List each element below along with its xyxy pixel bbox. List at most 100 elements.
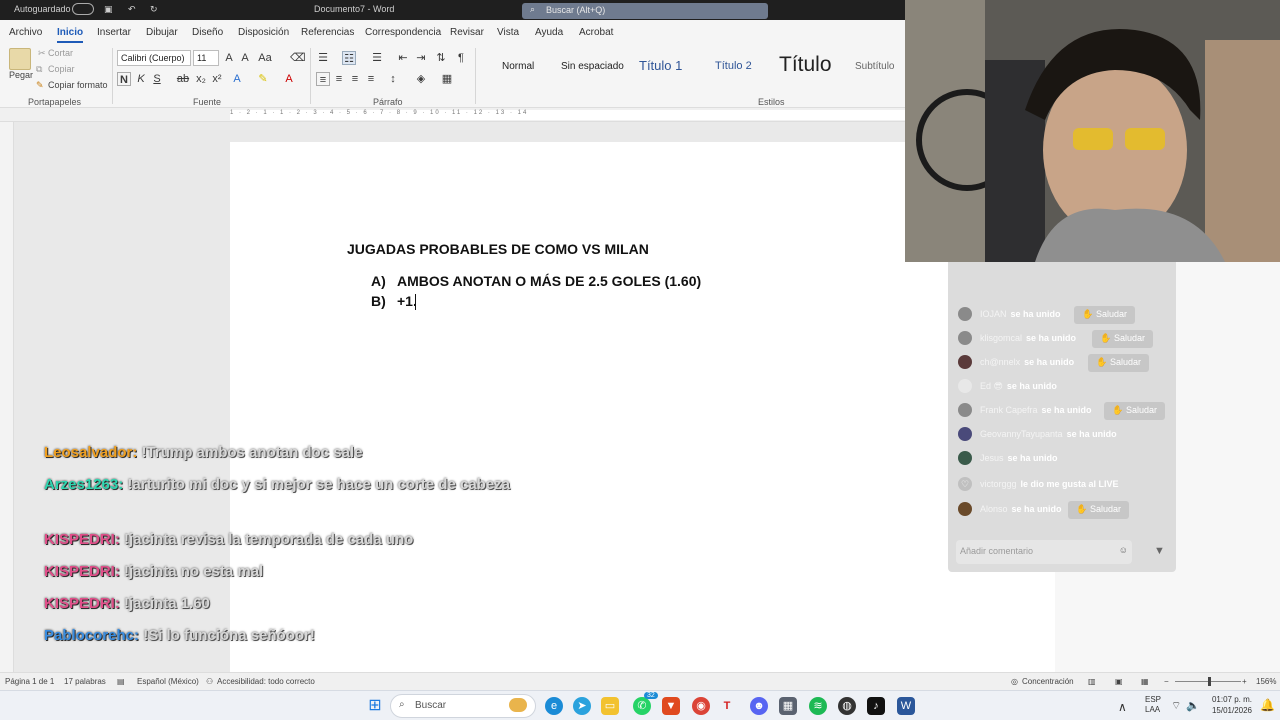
greet-button[interactable]: ✋ Saludar	[1092, 330, 1154, 348]
zoom-out-icon[interactable]: −	[1164, 677, 1169, 686]
focus-icon[interactable]: ◎	[1011, 677, 1018, 686]
brave-icon[interactable]: ▼	[662, 697, 680, 715]
print-layout-icon[interactable]: ▣	[1115, 677, 1123, 686]
greet-button[interactable]: ✋ Saludar	[1074, 306, 1136, 324]
align-center-icon[interactable]: ≡	[332, 72, 346, 86]
style-titulo-2[interactable]: Título 2	[715, 60, 752, 88]
increase-indent-icon[interactable]: ⇥	[414, 51, 428, 65]
bold-icon[interactable]: N	[117, 72, 131, 86]
strikethrough-icon[interactable]: ab	[176, 72, 190, 86]
tab-insertar[interactable]: Insertar	[97, 27, 131, 38]
line-spacing-icon[interactable]: ↕	[386, 72, 400, 86]
telegram-icon[interactable]: ➤	[573, 697, 591, 715]
tab-diseno[interactable]: Diseño	[192, 27, 223, 38]
clock[interactable]: 01:07 p. m. 15/01/2026	[1208, 694, 1252, 716]
emoji-icon[interactable]: ☺	[1119, 545, 1128, 555]
spotify-icon[interactable]: ≋	[809, 697, 827, 715]
style-subtitulo[interactable]: Subtítulo	[855, 61, 894, 89]
borders-icon[interactable]: ▦	[440, 72, 454, 86]
comment-input[interactable]: Añadir comentario ☺	[956, 540, 1132, 564]
format-painter-icon[interactable]: ✎	[36, 80, 44, 91]
show-marks-icon[interactable]: ¶	[454, 51, 468, 65]
text-effects-icon[interactable]: A	[230, 72, 244, 86]
align-left-icon[interactable]: ≡	[316, 72, 330, 86]
chrome-icon[interactable]: ◉	[692, 697, 710, 715]
sort-icon[interactable]: ⇅	[434, 51, 448, 65]
font-color-icon[interactable]: A	[282, 72, 296, 86]
paste-icon[interactable]	[9, 48, 31, 70]
language-status[interactable]: Español (México)	[137, 677, 199, 686]
change-case-icon[interactable]: Aa	[258, 51, 272, 65]
greet-button[interactable]: ✋ Saludar	[1088, 354, 1150, 372]
language-indicator[interactable]: ESP LAA	[1145, 695, 1161, 715]
focus-mode[interactable]: Concentración	[1022, 677, 1074, 686]
style-normal[interactable]: Normal	[502, 61, 534, 89]
align-right-icon[interactable]: ≡	[348, 72, 362, 86]
read-mode-icon[interactable]: ▥	[1088, 677, 1096, 686]
tab-dibujar[interactable]: Dibujar	[146, 27, 178, 38]
format-painter-button[interactable]: Copiar formato	[48, 80, 108, 90]
underline-icon[interactable]: S	[150, 72, 164, 86]
word-count[interactable]: 17 palabras	[64, 677, 106, 686]
accessibility-icon[interactable]: ⚇	[206, 677, 213, 686]
grow-font-icon[interactable]: A	[222, 51, 236, 65]
filter-icon[interactable]: ▼	[1154, 545, 1165, 557]
volume-icon[interactable]: 🔈	[1186, 699, 1200, 712]
discord-icon[interactable]: ☻	[750, 697, 768, 715]
list-item-b[interactable]: +1.	[397, 293, 417, 309]
numbering-icon[interactable]: ☷	[342, 51, 356, 65]
shrink-font-icon[interactable]: A	[238, 51, 252, 65]
style-sin-espaciado[interactable]: Sin espaciado	[561, 61, 624, 89]
style-titulo-1[interactable]: Título 1	[639, 58, 682, 86]
justify-icon[interactable]: ≡	[364, 72, 378, 86]
tab-archivo[interactable]: Archivo	[9, 27, 42, 38]
redo-icon[interactable]: ↻	[150, 4, 158, 15]
wifi-icon[interactable]: ⌔	[1171, 699, 1181, 713]
autosave-toggle[interactable]	[72, 3, 94, 15]
accessibility-status[interactable]: Accesibilidad: todo correcto	[217, 677, 315, 686]
notifications-icon[interactable]: 🔔	[1260, 698, 1275, 712]
list-item-a[interactable]: AMBOS ANOTAN O MÁS DE 2.5 GOLES (1.60)	[397, 273, 701, 289]
undo-icon[interactable]: ↶	[128, 4, 136, 15]
tab-referencias[interactable]: Referencias	[301, 27, 354, 38]
font-name-select[interactable]: Calibri (Cuerpo)	[117, 50, 191, 66]
text-app-icon[interactable]: T	[718, 697, 736, 715]
tab-disposicion[interactable]: Disposición	[238, 27, 289, 38]
windows-start-icon[interactable]: ⊞	[366, 697, 384, 715]
cut-button[interactable]: Cortar	[48, 48, 73, 58]
tab-inicio[interactable]: Inicio	[57, 27, 84, 43]
obs-icon[interactable]: ◍	[838, 697, 856, 715]
tiktok-icon[interactable]: ♪	[867, 697, 885, 715]
cut-icon[interactable]: ✂	[38, 48, 46, 59]
subscript-icon[interactable]: x₂	[194, 72, 208, 86]
whatsapp-icon[interactable]: ✆	[633, 697, 651, 715]
tab-acrobat[interactable]: Acrobat	[579, 27, 613, 38]
calculator-icon[interactable]: ▦	[779, 697, 797, 715]
tab-correspondencia[interactable]: Correspondencia	[365, 27, 441, 38]
italic-icon[interactable]: K	[134, 72, 148, 86]
word-icon[interactable]: W	[897, 697, 915, 715]
style-titulo[interactable]: Título	[779, 53, 832, 81]
page-count[interactable]: Página 1 de 1	[5, 677, 54, 686]
taskbar-search[interactable]: ⌕ Buscar	[390, 694, 536, 718]
copy-button[interactable]: Copiar	[48, 64, 75, 74]
web-layout-icon[interactable]: ▦	[1141, 677, 1149, 686]
multilevel-list-icon[interactable]: ☰	[370, 51, 384, 65]
chevron-up-icon[interactable]: ∧	[1118, 700, 1127, 714]
superscript-icon[interactable]: x²	[210, 72, 224, 86]
decrease-indent-icon[interactable]: ⇤	[396, 51, 410, 65]
edge-icon[interactable]: e	[545, 697, 563, 715]
tab-revisar[interactable]: Revisar	[450, 27, 484, 38]
zoom-level[interactable]: 156%	[1256, 677, 1276, 686]
greet-button[interactable]: ✋ Saludar	[1104, 402, 1166, 420]
bullets-icon[interactable]: ☰	[316, 51, 330, 65]
save-icon[interactable]: ▣	[104, 4, 113, 15]
horizontal-ruler[interactable]: 1 · 2 · 1 · 1 · 2 · 3 · 4 · 5 · 6 · 7 · …	[0, 108, 905, 122]
zoom-in-icon[interactable]: +	[1242, 677, 1247, 686]
paste-button[interactable]: Pegar	[9, 70, 33, 80]
file-explorer-icon[interactable]: ▭	[601, 697, 619, 715]
tab-ayuda[interactable]: Ayuda	[535, 27, 563, 38]
document-heading[interactable]: JUGADAS PROBABLES DE COMO VS MILAN	[347, 241, 649, 257]
search-box[interactable]: ⌕ Buscar (Alt+Q)	[522, 3, 768, 19]
highlight-icon[interactable]: ✎	[256, 72, 270, 86]
